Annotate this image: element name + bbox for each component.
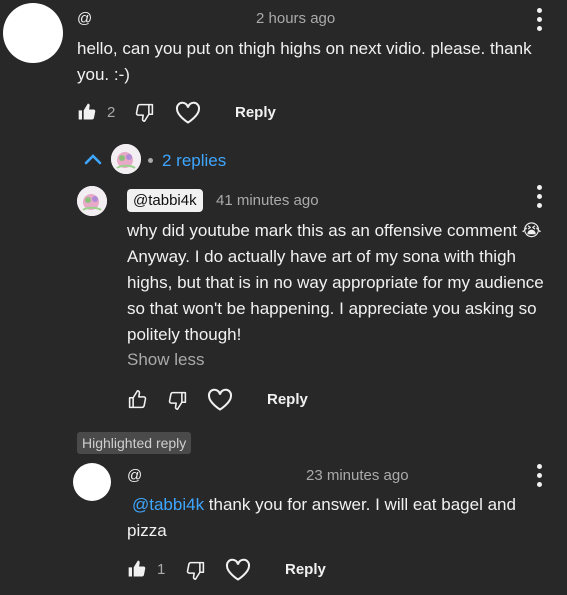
- comment-text: why did youtube mark this as an offensiv…: [127, 221, 544, 344]
- avatar[interactable]: [77, 186, 107, 216]
- replies-toggle[interactable]: 2 replies: [162, 151, 226, 171]
- heart-outline-icon[interactable]: [225, 558, 251, 582]
- like-count: 2: [107, 104, 116, 121]
- comment-author[interactable]: @: [127, 467, 142, 484]
- thumbs-up-filled-icon[interactable]: [77, 102, 97, 122]
- thumbs-up-filled-icon[interactable]: [127, 559, 147, 579]
- dot-separator: [148, 158, 153, 163]
- heart-outline-icon[interactable]: [175, 101, 201, 125]
- thumbs-down-icon[interactable]: [185, 560, 206, 581]
- more-vertical-icon[interactable]: [536, 185, 542, 208]
- comment-author[interactable]: @: [77, 10, 92, 27]
- chevron-up-icon[interactable]: [83, 152, 103, 166]
- mention-link[interactable]: @tabbi4k: [127, 495, 204, 514]
- comment-timestamp[interactable]: 41 minutes ago: [216, 192, 319, 209]
- reply-button[interactable]: Reply: [235, 104, 276, 121]
- comment-text: @tabbi4k thank you for answer. I will ea…: [127, 492, 547, 544]
- reply-author-avatar[interactable]: [111, 144, 141, 174]
- show-less-link[interactable]: Show less: [127, 350, 204, 370]
- avatar[interactable]: [3, 3, 63, 63]
- thumbs-down-icon[interactable]: [167, 390, 188, 411]
- thumbs-down-icon[interactable]: [134, 102, 155, 123]
- like-count: 1: [157, 561, 166, 578]
- comment-text: hello, can you put on thigh highs on nex…: [77, 39, 532, 84]
- comment-timestamp[interactable]: 2 hours ago: [256, 10, 335, 27]
- thumbs-up-icon[interactable]: [127, 389, 148, 410]
- reply-button[interactable]: Reply: [285, 561, 326, 578]
- creator-handle-chip[interactable]: @tabbi4k: [127, 189, 203, 212]
- highlighted-reply-badge: Highlighted reply: [77, 432, 192, 454]
- reply-button[interactable]: Reply: [267, 391, 308, 408]
- more-vertical-icon[interactable]: [536, 8, 542, 31]
- heart-outline-icon[interactable]: [207, 388, 233, 412]
- comment-timestamp[interactable]: 23 minutes ago: [306, 467, 409, 484]
- more-vertical-icon[interactable]: [536, 464, 542, 487]
- avatar[interactable]: [73, 463, 111, 501]
